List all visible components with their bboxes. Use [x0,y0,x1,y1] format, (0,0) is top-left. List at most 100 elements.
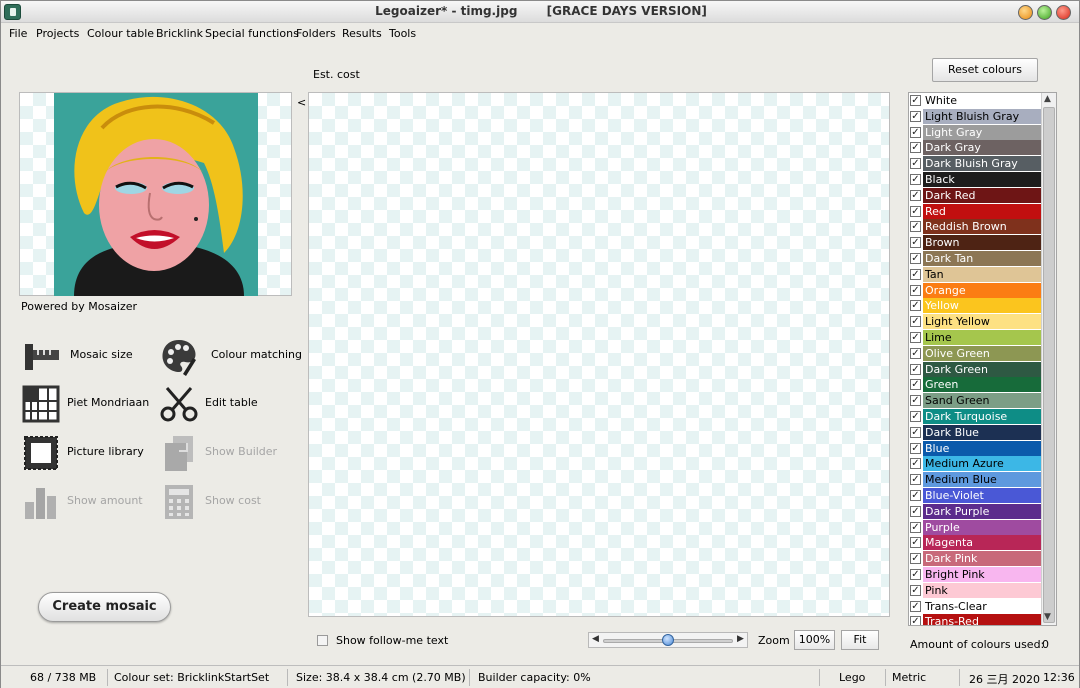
colour-checkbox[interactable]: ✓ [910,537,921,549]
colour-checkbox[interactable]: ✓ [910,379,921,391]
colour-row[interactable]: ✓ Olive Green [909,345,1042,361]
collapse-panel-arrow[interactable]: < [297,96,306,109]
colour-row[interactable]: ✓ Dark Turquoise [909,409,1042,424]
scrollbar-thumb[interactable] [1043,107,1055,623]
colour-row[interactable]: ✓ Green [909,377,1042,393]
menu-results[interactable]: Results [342,27,382,40]
colour-row[interactable]: ✓ Red [909,203,1042,219]
menu-tools[interactable]: Tools [389,27,416,40]
colour-row[interactable]: ✓ Magenta [909,535,1042,551]
colour-checkbox[interactable]: ✓ [910,616,921,625]
colour-checkbox[interactable]: ✓ [910,268,921,280]
colour-checkbox[interactable]: ✓ [910,442,921,454]
colour-checkbox[interactable]: ✓ [910,284,921,296]
colour-row[interactable]: ✓ Yellow [909,298,1042,314]
colour-checkbox[interactable]: ✓ [910,237,921,249]
colour-row[interactable]: ✓ Trans-Red [909,614,1042,625]
colour-checkbox[interactable]: ✓ [910,411,921,422]
menu-colour-table[interactable]: Colour table [87,27,154,40]
colour-checkbox[interactable]: ✓ [910,142,921,154]
colour-checkbox[interactable]: ✓ [910,426,921,438]
colour-row[interactable]: ✓ Blue-Violet [909,488,1042,503]
colour-row[interactable]: ✓ Blue [909,440,1042,456]
colour-row[interactable]: ✓ Dark Tan [909,251,1042,266]
colour-checkbox[interactable]: ✓ [910,95,921,106]
zoom-slider[interactable]: ◀ ▶ [588,632,748,648]
mosaic-size-button[interactable]: Mosaic size [21,336,133,376]
colour-checkbox[interactable]: ✓ [910,316,921,328]
colour-checkbox[interactable]: ✓ [910,521,921,533]
colour-checkbox[interactable]: ✓ [910,347,921,359]
colour-row[interactable]: ✓ Brown [909,235,1042,251]
colour-row[interactable]: ✓ Light Bluish Gray [909,108,1042,124]
colour-checkbox[interactable]: ✓ [910,221,921,233]
colour-checkbox[interactable]: ✓ [910,395,921,407]
colour-row[interactable]: ✓ Sand Green [909,393,1042,409]
colour-checkbox[interactable]: ✓ [910,300,921,312]
colour-row[interactable]: ✓ Medium Blue [909,472,1042,488]
picture-library-button[interactable]: Picture library [21,433,151,473]
colour-row[interactable]: ✓ Dark Bluish Gray [909,156,1042,172]
show-amount-button[interactable]: Show amount [21,482,151,522]
menu-bricklink[interactable]: Bricklink [156,27,203,40]
piet-mondriaan-button[interactable]: Piet Mondriaan [21,384,151,424]
mosaic-canvas[interactable] [308,92,890,617]
show-cost-button[interactable]: Show cost [159,482,269,522]
slider-left-arrow-icon[interactable]: ◀ [592,634,599,644]
colour-checkbox[interactable]: ✓ [910,332,921,343]
colour-row[interactable]: ✓ Light Yellow [909,314,1042,330]
follow-me-checkbox[interactable] [317,635,328,646]
scroll-up-icon[interactable]: ▲ [1044,94,1051,104]
colour-checkbox[interactable]: ✓ [910,474,921,486]
colour-row[interactable]: ✓ Tan [909,266,1042,282]
colour-row[interactable]: ✓ Purple [909,519,1042,535]
colour-row[interactable]: ✓ Medium Azure [909,456,1042,472]
colour-row[interactable]: ✓ Dark Blue [909,424,1042,440]
colour-row[interactable]: ✓ Lime [909,330,1042,345]
menu-folders[interactable]: Folders [296,27,336,40]
colour-checkbox[interactable]: ✓ [910,158,921,170]
colour-checkbox[interactable]: ✓ [910,490,921,501]
colour-row[interactable]: ✓ Dark Red [909,187,1042,203]
colour-row[interactable]: ✓ Light Gray [909,124,1042,140]
colour-checkbox[interactable]: ✓ [910,363,921,375]
colour-checkbox[interactable]: ✓ [910,600,921,612]
colour-row[interactable]: ✓ Black [909,172,1042,187]
slider-right-arrow-icon[interactable]: ▶ [737,634,744,644]
colour-list-scrollbar[interactable]: ▲ ▼ [1041,93,1056,625]
colour-row[interactable]: ✓ Dark Pink [909,551,1042,567]
fit-button[interactable]: Fit [841,630,879,650]
title-bar[interactable]: Legoaizer* - timg.jpg [GRACE DAYS VERSIO… [1,1,1079,23]
colour-row[interactable]: ✓ Pink [909,582,1042,598]
colour-checkbox[interactable]: ✓ [910,253,921,264]
colour-checkbox[interactable]: ✓ [910,189,921,201]
colour-row[interactable]: ✓ Reddish Brown [909,219,1042,235]
colour-checkbox[interactable]: ✓ [910,126,921,138]
colour-row[interactable]: ✓ Dark Green [909,361,1042,377]
colour-row[interactable]: ✓ Orange [909,282,1042,298]
menu-file[interactable]: File [9,27,27,40]
colour-checkbox[interactable]: ✓ [910,174,921,185]
colour-checkbox[interactable]: ✓ [910,505,921,517]
edit-table-button[interactable]: Edit table [159,384,269,424]
reset-colours-button[interactable]: Reset colours [932,58,1038,82]
colour-row[interactable]: ✓ Dark Purple [909,503,1042,519]
maximize-button[interactable] [1037,5,1052,20]
scroll-down-icon[interactable]: ▼ [1044,612,1051,622]
colour-row[interactable]: ✓ Trans-Clear [909,598,1042,614]
minimize-button[interactable] [1018,5,1033,20]
colour-matching-button[interactable]: Colour matching [159,336,302,376]
colour-list[interactable]: ✓ White ✓ Light Bluish Gray ✓ Light Gray ✓ Dark… [908,92,1057,626]
colour-checkbox[interactable]: ✓ [910,584,921,596]
colour-checkbox[interactable]: ✓ [910,205,921,217]
create-mosaic-button[interactable]: Create mosaic [38,592,171,622]
show-builder-button[interactable]: Show Builder [159,433,279,473]
zoom-slider-thumb[interactable] [662,634,674,646]
colour-row[interactable]: ✓ White [909,93,1042,108]
zoom-value-button[interactable]: 100% [794,630,835,650]
colour-row[interactable]: ✓ Dark Gray [909,140,1042,156]
colour-checkbox[interactable]: ✓ [910,458,921,470]
colour-checkbox[interactable]: ✓ [910,553,921,565]
menu-projects[interactable]: Projects [36,27,79,40]
close-button[interactable] [1056,5,1071,20]
